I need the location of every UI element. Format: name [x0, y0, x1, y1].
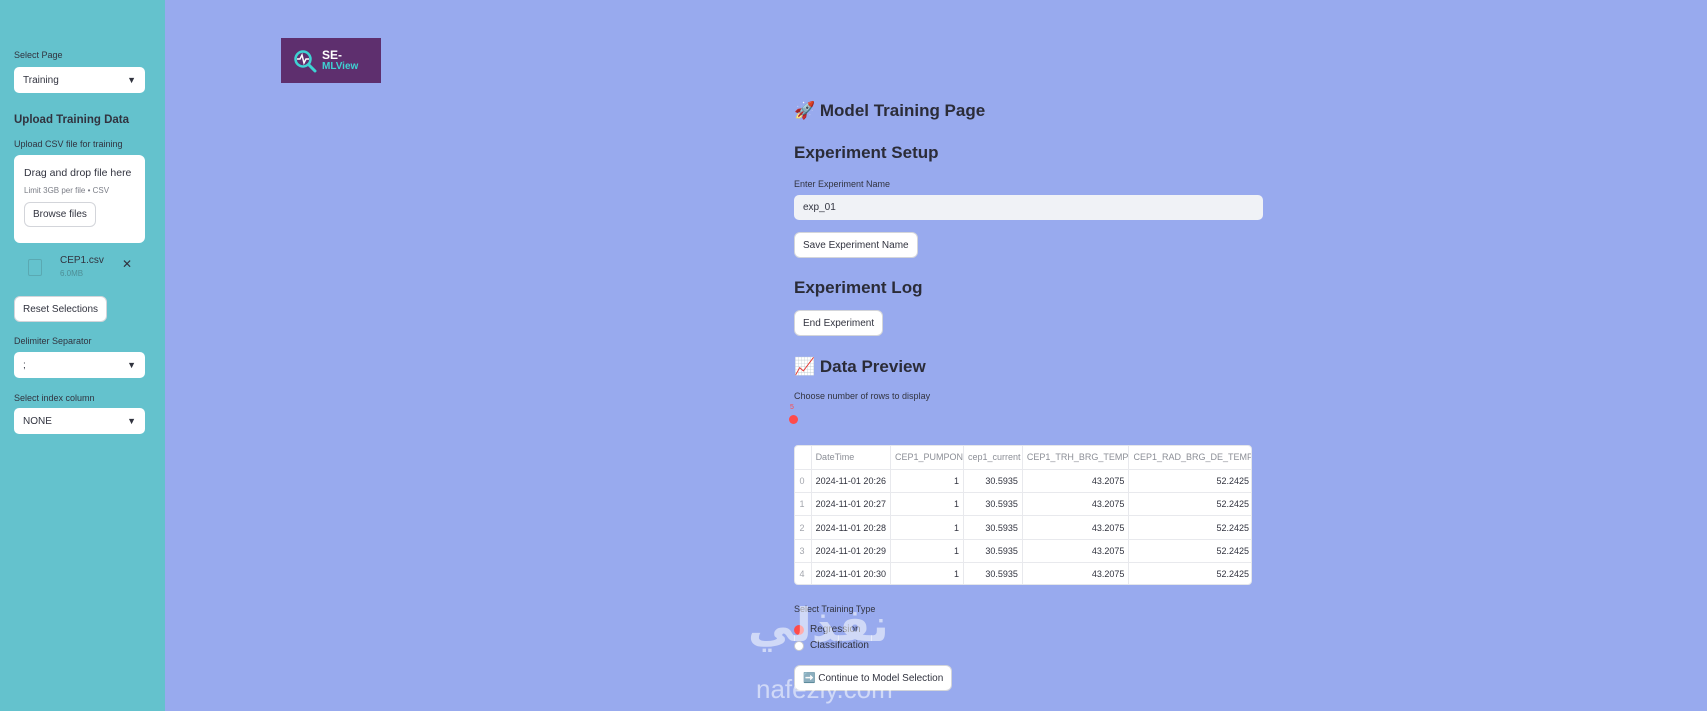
table-cell: 1	[795, 492, 812, 517]
table-cell: 43.2075	[1022, 562, 1130, 584]
table-row: 3 2024-11-01 20:29 1 30.5935 43.2075 52.…	[795, 539, 1251, 563]
select-page-value: Training	[23, 74, 59, 86]
table-header-cell	[795, 446, 812, 470]
table-cell: 2024-11-01 20:29	[811, 539, 891, 563]
table-cell: 1	[890, 562, 965, 584]
table-cell: 52.2425	[1128, 515, 1251, 540]
reset-selections-button[interactable]: Reset Selections	[14, 296, 108, 322]
watermark-latin: nafezly.com	[756, 674, 893, 704]
chevron-down-icon: ▼	[127, 416, 136, 426]
table-header-cell: cep1_current	[963, 446, 1023, 470]
close-icon[interactable]: ✕	[122, 257, 132, 271]
table-row: 2 2024-11-01 20:28 1 30.5935 43.2075 52.…	[795, 515, 1251, 540]
table-cell: 30.5935	[963, 469, 1023, 494]
table-cell: 1	[890, 469, 965, 494]
table-cell: 52.2425	[1128, 562, 1251, 584]
table-header-row: DateTime CEP1_PUMPON cep1_current CEP1_T…	[795, 446, 1251, 470]
table-cell: 0	[795, 469, 812, 494]
table-cell: 3	[795, 539, 812, 563]
table-header-cell: DateTime	[811, 446, 891, 470]
table-cell: 30.5935	[963, 492, 1023, 517]
save-experiment-name-button[interactable]: Save Experiment Name	[794, 232, 918, 258]
delimiter-dropdown[interactable]: ; ▼	[14, 352, 145, 378]
file-name: CEP1.csv	[60, 255, 104, 266]
app-logo: SE- MLView	[281, 38, 381, 83]
select-page-label: Select Page	[14, 50, 63, 60]
select-page-dropdown[interactable]: Training ▼	[14, 67, 145, 93]
table-cell: 30.5935	[963, 539, 1023, 563]
experiment-log-heading: Experiment Log	[794, 278, 923, 297]
table-cell: 1	[890, 515, 965, 540]
data-preview-heading: 📈 Data Preview	[794, 357, 926, 376]
table-row: 0 2024-11-01 20:26 1 30.5935 43.2075 52.…	[795, 469, 1251, 494]
table-cell: 2024-11-01 20:28	[811, 515, 891, 540]
chevron-down-icon: ▼	[127, 75, 136, 85]
table-cell: 1	[890, 492, 965, 517]
logo-line1: SE-	[322, 47, 343, 62]
table-cell: 30.5935	[963, 515, 1023, 540]
index-column-dropdown[interactable]: NONE ▼	[14, 408, 145, 434]
file-dropzone[interactable]: Drag and drop file here Limit 3GB per fi…	[14, 155, 145, 243]
table-cell: 2024-11-01 20:27	[811, 492, 891, 517]
upload-label: Upload CSV file for training	[14, 139, 123, 149]
table-cell: 1	[890, 539, 965, 563]
data-preview-table[interactable]: DateTime CEP1_PUMPON cep1_current CEP1_T…	[794, 445, 1252, 585]
page-title: 🚀 Model Training Page	[794, 101, 986, 120]
table-row: 4 2024-11-01 20:30 1 30.5935 43.2075 52.…	[795, 562, 1251, 584]
table-cell: 30.5935	[963, 562, 1023, 584]
table-cell: 52.2425	[1128, 539, 1251, 563]
dropzone-limit: Limit 3GB per file • CSV	[24, 186, 110, 195]
table-cell: 52.2425	[1128, 492, 1251, 517]
logo-line2: MLView	[322, 60, 359, 72]
file-size: 6.0MB	[60, 269, 84, 278]
table-cell: 4	[795, 562, 812, 584]
table-cell: 52.2425	[1128, 469, 1251, 494]
index-column-value: NONE	[23, 415, 52, 427]
table-cell: 2024-11-01 20:30	[811, 562, 891, 584]
file-icon	[28, 258, 42, 276]
table-row: 1 2024-11-01 20:27 1 30.5935 43.2075 52.…	[795, 492, 1251, 517]
table-header-cell: CEP1_TRH_BRG_TEMP	[1022, 446, 1130, 470]
rows-slider-thumb[interactable]	[789, 415, 798, 424]
table-cell: 43.2075	[1022, 515, 1130, 540]
dropzone-title: Drag and drop file here	[24, 167, 132, 179]
table-cell: 43.2075	[1022, 539, 1130, 563]
upload-heading: Upload Training Data	[14, 114, 130, 126]
table-cell: 43.2075	[1022, 492, 1130, 517]
table-cell: 2024-11-01 20:26	[811, 469, 891, 494]
end-experiment-button[interactable]: End Experiment	[794, 310, 884, 336]
browse-files-button[interactable]: Browse files	[24, 202, 96, 227]
search-pulse-icon	[294, 49, 317, 72]
table-header-cell: CEP1_RAD_BRG_DE_TEMP	[1128, 446, 1251, 470]
table-cell: 43.2075	[1022, 469, 1130, 494]
sidebar: Select Page Training ▼ Upload Training D…	[0, 0, 165, 711]
table-cell: 2	[795, 515, 812, 540]
rows-to-display-label: Choose number of rows to display	[794, 391, 931, 401]
chevron-down-icon: ▼	[127, 360, 136, 370]
experiment-setup-heading: Experiment Setup	[794, 143, 939, 162]
watermark-arabic: نفذلي	[748, 598, 889, 652]
rows-slider-value: 5	[790, 404, 794, 411]
experiment-name-label: Enter Experiment Name	[794, 179, 891, 189]
uploaded-file-row: CEP1.csv 6.0MB	[28, 254, 104, 280]
delimiter-value: ;	[23, 359, 26, 371]
index-column-label: Select index column	[14, 393, 95, 403]
delimiter-label: Delimiter Separator	[14, 336, 92, 346]
table-header-cell: CEP1_PUMPON	[890, 446, 965, 470]
experiment-name-input[interactable]: exp_01	[794, 195, 1263, 220]
